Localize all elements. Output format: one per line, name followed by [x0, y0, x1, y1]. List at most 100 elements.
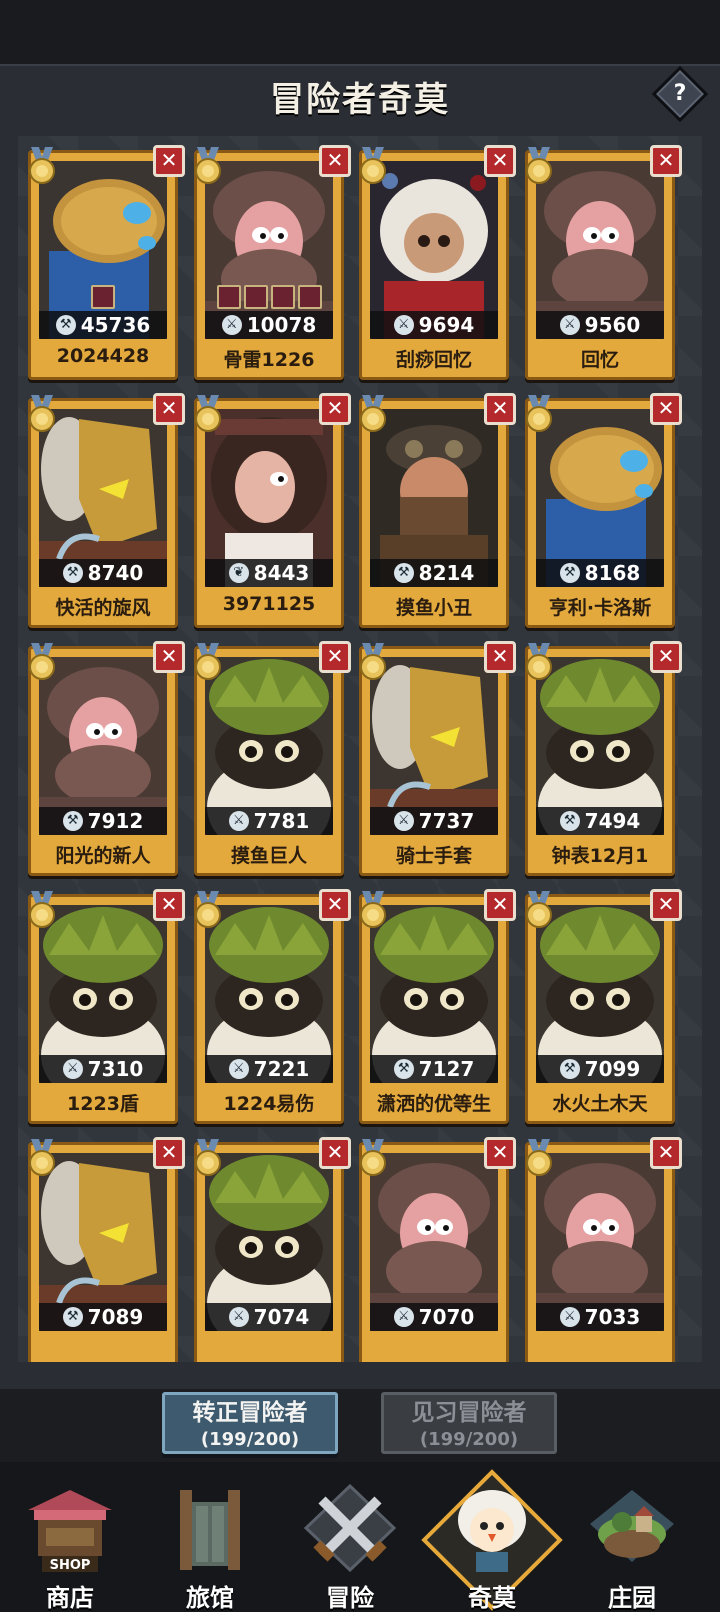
wrench-icon: ⚒	[393, 1059, 414, 1079]
power-bar: ⚒ 7099	[536, 1055, 664, 1083]
adventurer-card[interactable]: ⚔ 7737 骑士手套 ✕	[359, 641, 516, 876]
power-bar: ⚔ 9560	[536, 311, 664, 339]
power-value: 7912	[87, 809, 144, 833]
close-icon: ✕	[326, 644, 344, 668]
power-bar: ⚔ 9694	[370, 311, 498, 339]
adventurer-card[interactable]: ⚒ 7127 潇洒的优等生 ✕	[359, 889, 516, 1124]
adventurer-card[interactable]: ⚔ 7070 ✕	[359, 1137, 516, 1362]
remove-button[interactable]: ✕	[319, 393, 351, 425]
adventurer-card[interactable]: ❦ 8443 3971125 ✕	[194, 393, 351, 628]
close-icon: ✕	[657, 892, 675, 916]
power-value: 7033	[584, 1305, 641, 1329]
remove-button[interactable]: ✕	[153, 1137, 185, 1169]
close-icon: ✕	[326, 148, 344, 172]
power-value: 45736	[80, 313, 151, 337]
adventurer-card[interactable]: ⚒ 8740 快活的旋风 ✕	[28, 393, 185, 628]
remove-button[interactable]: ✕	[153, 641, 185, 673]
medal-icon	[195, 1139, 221, 1176]
medal-icon	[195, 643, 221, 680]
nav-shop[interactable]: SHOP 商店	[10, 1480, 130, 1612]
adventurer-card[interactable]: ⚔ 10078 骨雷1226 ✕	[194, 145, 351, 380]
remove-button[interactable]: ✕	[484, 1137, 516, 1169]
close-icon: ✕	[160, 396, 178, 420]
sword-icon: ⚔	[228, 1307, 249, 1327]
tab-label: 转正冒险者	[192, 1400, 308, 1426]
adventurer-name: 摸鱼小丑	[395, 597, 472, 619]
page-title: 冒险者奇莫	[270, 80, 450, 120]
nav-chimo[interactable]: 奇莫	[432, 1480, 552, 1612]
power-bar: ⚒ 8740	[39, 559, 167, 587]
power-value: 8168	[584, 561, 641, 585]
adventurer-card[interactable]: ⚒ 7912 阳光的新人 ✕	[28, 641, 185, 876]
adventurer-card[interactable]: ⚔ 7310 1223盾 ✕	[28, 889, 185, 1124]
remove-button[interactable]: ✕	[319, 1137, 351, 1169]
adventurer-card[interactable]: ⚒ 8214 摸鱼小丑 ✕	[359, 393, 516, 628]
sword-icon: ⚔	[559, 315, 580, 335]
remove-button[interactable]: ✕	[484, 145, 516, 177]
adventurer-name: 亨利·卡洛斯	[548, 597, 652, 619]
nav-label: 旅馆	[186, 1584, 234, 1612]
remove-button[interactable]: ✕	[650, 889, 682, 921]
power-bar: ⚒ 7089	[39, 1303, 167, 1331]
medal-icon	[526, 395, 552, 432]
medal-icon	[360, 643, 386, 680]
remove-button[interactable]: ✕	[650, 145, 682, 177]
adventurer-card[interactable]: ⚒ 8168 亨利·卡洛斯 ✕	[525, 393, 682, 628]
adventurer-card[interactable]: ⚔ 9694 刮痧回忆 ✕	[359, 145, 516, 380]
remove-button[interactable]: ✕	[319, 145, 351, 177]
power-value: 7127	[418, 1057, 475, 1081]
wrench-icon: ⚒	[559, 1059, 580, 1079]
equipment-slot	[91, 285, 115, 309]
adventurer-name: 2024428	[56, 345, 150, 367]
equipment-slot	[297, 285, 322, 309]
power-value: 7074	[253, 1305, 310, 1329]
close-icon: ✕	[326, 892, 344, 916]
adventurer-card[interactable]: ⚒ 45736 2024428 ✕	[28, 145, 185, 380]
adventurer-card[interactable]: ⚒ 7089 ✕	[28, 1137, 185, 1362]
close-icon: ✕	[491, 892, 509, 916]
nav-inn[interactable]: 旅馆	[150, 1480, 270, 1612]
medal-icon	[195, 891, 221, 928]
adventurer-card[interactable]: ⚒ 7099 水火土木天 ✕	[525, 889, 682, 1124]
close-icon: ✕	[160, 1140, 178, 1164]
power-bar: ⚔ 7070	[370, 1303, 498, 1331]
close-icon: ✕	[491, 644, 509, 668]
adventurer-name: 刮痧回忆	[395, 349, 472, 371]
remove-button[interactable]: ✕	[484, 641, 516, 673]
adventurer-grid: ⚒ 45736 2024428 ✕ ⚔ 10078 骨雷1226 ✕ ⚔ 9694 刮痧回忆 ✕ ⚔ 95…	[18, 136, 702, 1362]
equipment-slot	[270, 285, 295, 309]
power-value: 7099	[584, 1057, 641, 1081]
equipment-row	[205, 285, 333, 311]
nav-manor[interactable]: 庄园	[572, 1480, 692, 1612]
remove-button[interactable]: ✕	[153, 393, 185, 425]
power-value: 8214	[418, 561, 475, 585]
close-icon: ✕	[326, 396, 344, 420]
adventurer-name: 1224易伤	[223, 1093, 315, 1115]
remove-button[interactable]: ✕	[153, 889, 185, 921]
power-bar: ⚔ 7221	[205, 1055, 333, 1083]
remove-button[interactable]: ✕	[319, 641, 351, 673]
sword-icon: ⚔	[221, 315, 242, 335]
power-bar: ⚒ 45736	[39, 311, 167, 339]
tab-regular-adventurers[interactable]: 转正冒险者 (199/200)	[162, 1392, 338, 1454]
power-value: 7781	[253, 809, 310, 833]
remove-button[interactable]: ✕	[153, 145, 185, 177]
adventurer-card[interactable]: ⚔ 9560 回忆 ✕	[525, 145, 682, 380]
nav-adventure[interactable]: 冒险	[290, 1480, 410, 1612]
remove-button[interactable]: ✕	[650, 641, 682, 673]
adventurer-card[interactable]: ⚔ 7033 ✕	[525, 1137, 682, 1362]
adventurer-card[interactable]: ⚒ 7494 钟表12月1 ✕	[525, 641, 682, 876]
adventurer-card[interactable]: ⚔ 7221 1224易伤 ✕	[194, 889, 351, 1124]
power-value: 9560	[584, 313, 641, 337]
remove-button[interactable]: ✕	[650, 393, 682, 425]
adventurer-card[interactable]: ⚔ 7074 ✕	[194, 1137, 351, 1362]
remove-button[interactable]: ✕	[650, 1137, 682, 1169]
close-icon: ✕	[160, 892, 178, 916]
remove-button[interactable]: ✕	[484, 889, 516, 921]
remove-button[interactable]: ✕	[319, 889, 351, 921]
tab-trainee-adventurers[interactable]: 见习冒险者 (199/200)	[381, 1392, 557, 1454]
power-bar: ❦ 8443	[205, 559, 333, 587]
power-value: 10078	[246, 313, 317, 337]
remove-button[interactable]: ✕	[484, 393, 516, 425]
adventurer-card[interactable]: ⚔ 7781 摸鱼巨人 ✕	[194, 641, 351, 876]
